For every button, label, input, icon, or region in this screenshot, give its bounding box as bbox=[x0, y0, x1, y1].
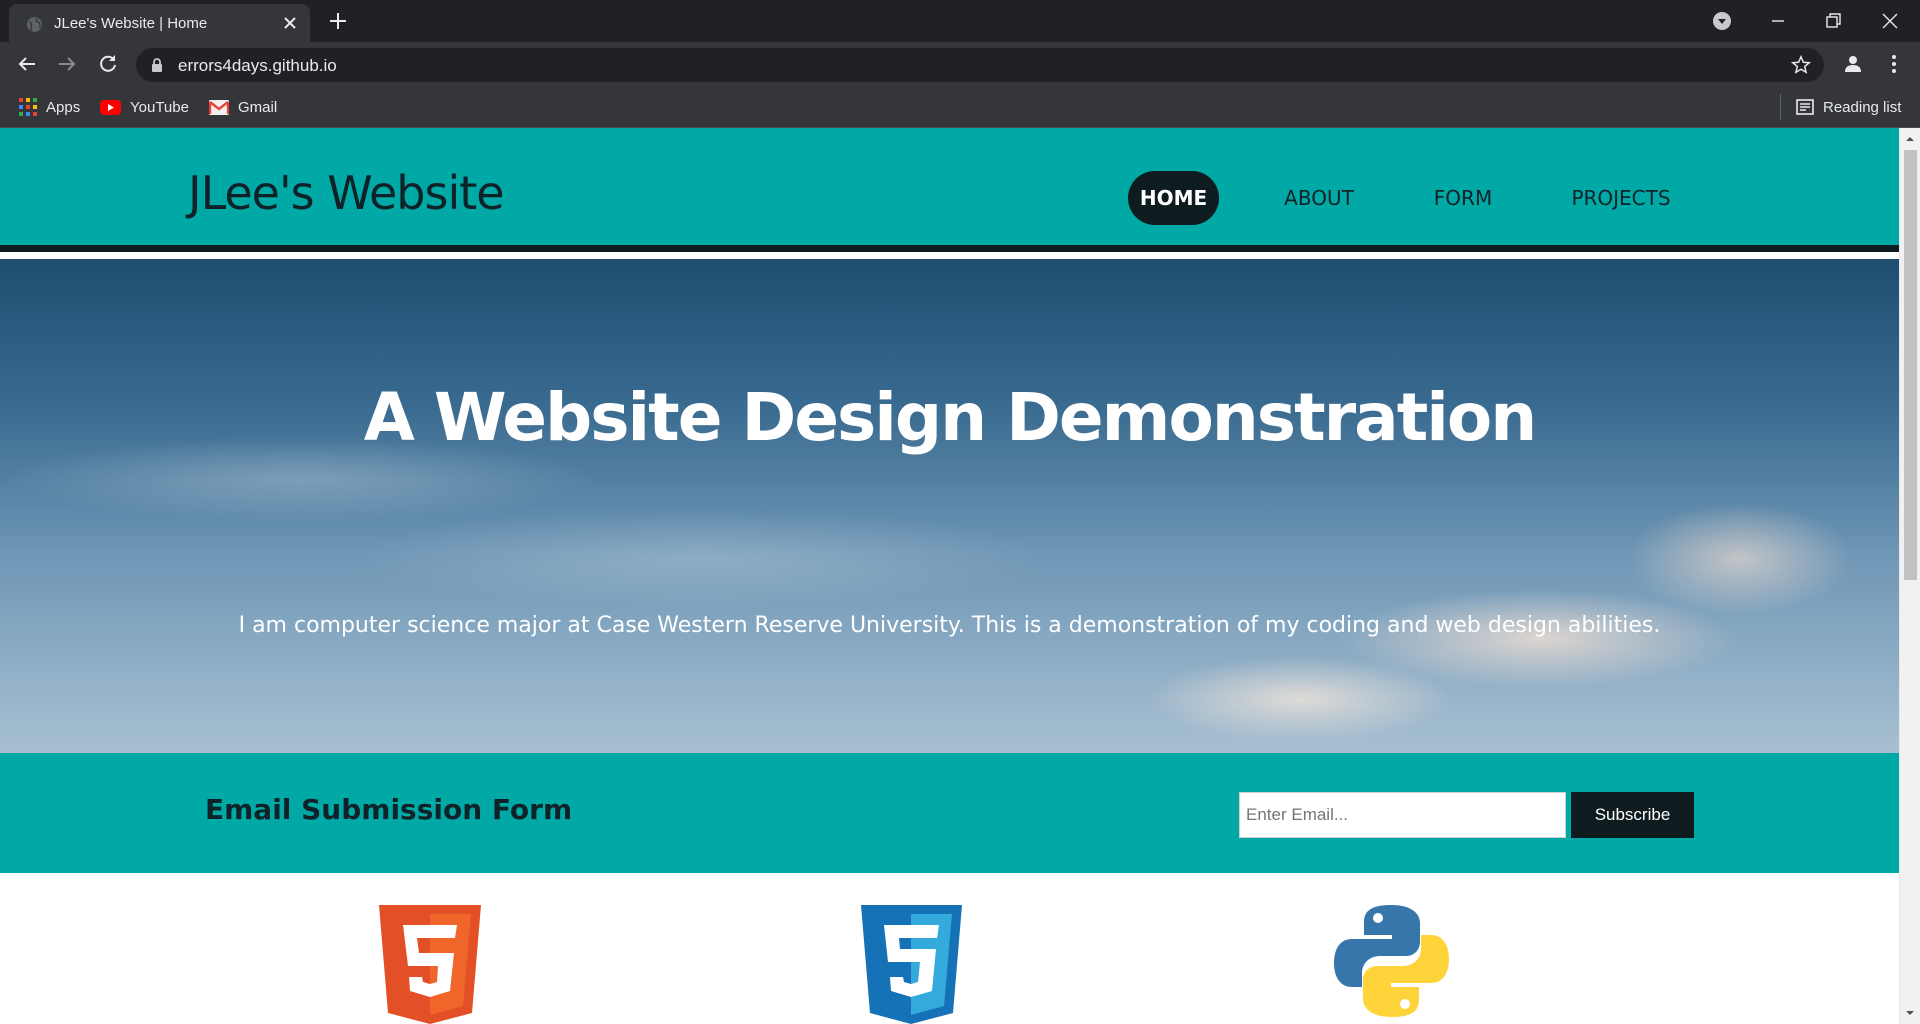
nav-home[interactable]: HOME bbox=[1128, 171, 1219, 225]
scroll-down-arrow-icon[interactable] bbox=[1905, 1008, 1915, 1018]
reading-list-icon bbox=[1796, 99, 1814, 115]
apps-grid-icon bbox=[19, 98, 37, 116]
reload-icon[interactable] bbox=[96, 52, 120, 76]
bookmark-apps[interactable]: Apps bbox=[19, 96, 80, 118]
address-bar[interactable]: errors4days.github.io bbox=[136, 48, 1824, 82]
bookmark-label: YouTube bbox=[130, 98, 189, 116]
tab-search-icon[interactable] bbox=[1709, 8, 1735, 34]
tab-strip: JLee's Website | Home bbox=[0, 0, 1920, 42]
site-logo[interactable]: JLee's Website bbox=[188, 166, 505, 220]
lock-icon[interactable] bbox=[150, 57, 164, 73]
email-form-title: Email Submission Form bbox=[205, 793, 573, 826]
forward-icon[interactable] bbox=[55, 52, 79, 76]
email-input[interactable] bbox=[1239, 792, 1566, 838]
tab-title: JLee's Website | Home bbox=[54, 15, 208, 32]
bookmark-star-icon[interactable] bbox=[1790, 54, 1812, 76]
nav-projects[interactable]: PROJECTS bbox=[1563, 171, 1679, 225]
css3-icon bbox=[861, 905, 962, 1024]
new-tab-icon[interactable] bbox=[327, 10, 349, 32]
menu-icon[interactable] bbox=[1882, 52, 1906, 76]
email-form-section: Email Submission Form Subscribe bbox=[0, 753, 1899, 873]
reading-list-button[interactable]: Reading list bbox=[1796, 96, 1901, 118]
close-tab-icon[interactable] bbox=[280, 13, 300, 33]
tech-logos-section bbox=[0, 873, 1899, 1024]
scroll-up-arrow-icon[interactable] bbox=[1905, 134, 1915, 144]
reading-list-label: Reading list bbox=[1823, 98, 1902, 116]
hero-title: A Website Design Demonstration bbox=[363, 379, 1537, 456]
python-icon bbox=[1334, 905, 1449, 1017]
browser-toolbar: errors4days.github.io bbox=[0, 42, 1920, 86]
nav-form[interactable]: FORM bbox=[1423, 171, 1503, 225]
bookmarks-bar: Apps YouTube Gmail Reading list bbox=[0, 86, 1920, 128]
bookmark-youtube[interactable]: YouTube bbox=[100, 96, 189, 118]
subscribe-button[interactable]: Subscribe bbox=[1571, 792, 1694, 838]
hero-subtitle: I am computer science major at Case West… bbox=[238, 613, 1661, 638]
back-icon[interactable] bbox=[15, 52, 39, 76]
bookmark-label: Gmail bbox=[238, 98, 278, 116]
hero-banner: A Website Design Demonstration I am comp… bbox=[0, 259, 1899, 753]
profile-icon[interactable] bbox=[1841, 52, 1865, 76]
page-scrollbar[interactable] bbox=[1899, 128, 1920, 1024]
bookmarks-divider bbox=[1780, 94, 1781, 120]
browser-tab[interactable]: JLee's Website | Home bbox=[9, 4, 310, 42]
bookmark-label: Apps bbox=[46, 98, 81, 116]
site-header: JLee's Website HOME ABOUT FORM PROJECTS bbox=[0, 128, 1899, 252]
url-text: errors4days.github.io bbox=[178, 56, 337, 75]
html5-icon bbox=[379, 905, 481, 1024]
gmail-icon bbox=[209, 99, 229, 115]
globe-icon bbox=[27, 17, 42, 32]
page-viewport: JLee's Website HOME ABOUT FORM PROJECTS … bbox=[0, 128, 1920, 1024]
minimize-icon[interactable] bbox=[1765, 8, 1791, 34]
restore-icon[interactable] bbox=[1820, 8, 1846, 34]
close-window-icon[interactable] bbox=[1877, 8, 1903, 34]
scrollbar-thumb[interactable] bbox=[1904, 150, 1917, 580]
website-page: JLee's Website HOME ABOUT FORM PROJECTS … bbox=[0, 128, 1899, 1024]
nav-about[interactable]: ABOUT bbox=[1272, 171, 1366, 225]
bookmark-gmail[interactable]: Gmail bbox=[209, 96, 277, 118]
youtube-icon bbox=[100, 99, 121, 115]
